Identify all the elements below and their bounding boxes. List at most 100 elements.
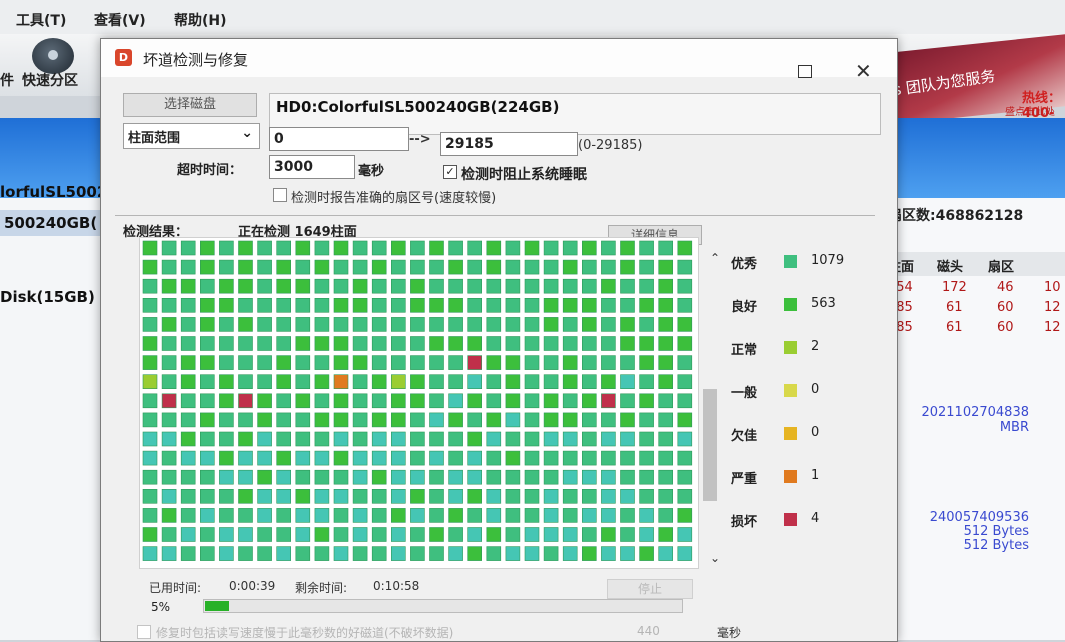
cylinder-block[interactable] [295, 240, 311, 256]
cylinder-block[interactable] [238, 259, 253, 275]
cylinder-block[interactable] [238, 450, 253, 466]
cylinder-block[interactable] [314, 355, 330, 370]
cylinder-block[interactable] [467, 278, 483, 294]
cylinder-block[interactable] [562, 355, 578, 370]
cylinder-block[interactable] [238, 546, 253, 561]
cylinder-block[interactable] [238, 240, 253, 256]
cylinder-block[interactable] [352, 546, 368, 561]
cylinder-block[interactable] [448, 489, 463, 504]
cylinder-block[interactable] [486, 508, 502, 523]
cylinder-block[interactable] [276, 546, 291, 561]
cylinder-block[interactable] [581, 469, 597, 485]
cylinder-block[interactable] [581, 527, 597, 542]
cylinder-block[interactable] [410, 546, 425, 561]
cylinder-block[interactable] [524, 259, 540, 275]
cylinder-block[interactable] [295, 317, 311, 332]
cylinder-block[interactable] [486, 431, 502, 447]
cylinder-block[interactable] [467, 508, 483, 523]
cylinder-block[interactable] [219, 297, 234, 313]
cylinder-block[interactable] [505, 240, 521, 256]
cylinder-block[interactable] [677, 393, 693, 409]
cylinder-block[interactable] [276, 508, 291, 523]
cylinder-block[interactable] [410, 431, 425, 447]
cylinder-block[interactable] [219, 450, 234, 466]
cylinder-block[interactable] [486, 259, 502, 275]
cylinder-block[interactable] [620, 393, 635, 409]
cylinder-block[interactable] [505, 469, 521, 485]
cylinder-block[interactable] [543, 317, 559, 332]
cylinder-block[interactable] [524, 546, 540, 561]
cylinder-block[interactable] [562, 336, 578, 351]
cylinder-block[interactable] [486, 374, 502, 389]
cylinder-block[interactable] [257, 393, 272, 409]
cylinder-block[interactable] [199, 259, 215, 275]
cylinder-block[interactable] [677, 240, 693, 256]
cylinder-block[interactable] [142, 469, 158, 485]
cylinder-block[interactable] [295, 431, 311, 447]
cylinder-block[interactable] [639, 355, 654, 370]
cylinder-block[interactable] [199, 355, 215, 370]
cylinder-block[interactable] [391, 412, 406, 428]
cylinder-block[interactable] [524, 489, 540, 504]
cylinder-block[interactable] [333, 374, 349, 389]
cylinder-block[interactable] [658, 336, 674, 351]
cylinder-block[interactable] [371, 278, 387, 294]
cylinder-block[interactable] [448, 240, 463, 256]
cylinder-block[interactable] [639, 278, 654, 294]
cylinder-block[interactable] [562, 527, 578, 542]
cylinder-block[interactable] [333, 317, 349, 332]
cylinder-block[interactable] [429, 546, 444, 561]
cylinder-block[interactable] [543, 412, 559, 428]
cylinder-block[interactable] [352, 240, 368, 256]
cylinder-block[interactable] [391, 259, 406, 275]
cylinder-block[interactable] [142, 489, 158, 504]
cylinder-block[interactable] [219, 374, 234, 389]
cylinder-block[interactable] [601, 508, 616, 523]
cylinder-block[interactable] [333, 278, 349, 294]
cylinder-block[interactable] [161, 259, 177, 275]
cylinder-block[interactable] [219, 489, 234, 504]
cylinder-block[interactable] [391, 508, 406, 523]
cylinder-block[interactable] [180, 355, 196, 370]
cylinder-block[interactable] [448, 508, 463, 523]
range-mode-select[interactable]: 柱面范围 ⌄ [123, 123, 260, 149]
cylinder-block[interactable] [199, 240, 215, 256]
cylinder-block[interactable] [314, 297, 330, 313]
cylinder-block[interactable] [486, 240, 502, 256]
cylinder-block[interactable] [257, 431, 272, 447]
cylinder-block[interactable] [333, 393, 349, 409]
cylinder-block[interactable] [658, 259, 674, 275]
cylinder-block[interactable] [505, 278, 521, 294]
cylinder-block[interactable] [199, 431, 215, 447]
cylinder-block[interactable] [371, 355, 387, 370]
cylinder-block[interactable] [505, 412, 521, 428]
cylinder-block[interactable] [276, 355, 291, 370]
cylinder-block[interactable] [276, 374, 291, 389]
cylinder-block[interactable] [620, 508, 635, 523]
cylinder-block[interactable] [581, 412, 597, 428]
cylinder-block[interactable] [429, 527, 444, 542]
cylinder-block[interactable] [658, 355, 674, 370]
cylinder-block[interactable] [371, 259, 387, 275]
cylinder-block[interactable] [257, 508, 272, 523]
toolbar-partial-label[interactable]: 件 [0, 70, 14, 90]
cylinder-block[interactable] [410, 297, 425, 313]
cylinder-block[interactable] [429, 508, 444, 523]
cylinder-block[interactable] [180, 240, 196, 256]
cylinder-block[interactable] [238, 278, 253, 294]
cylinder-block[interactable] [581, 450, 597, 466]
cylinder-block[interactable] [391, 336, 406, 351]
cylinder-block[interactable] [276, 431, 291, 447]
cylinder-block[interactable] [543, 278, 559, 294]
cylinder-block[interactable] [142, 297, 158, 313]
cylinder-block[interactable] [410, 240, 425, 256]
cylinder-block[interactable] [562, 412, 578, 428]
cylinder-block[interactable] [524, 431, 540, 447]
cylinder-block[interactable] [352, 317, 368, 332]
cylinder-block[interactable] [410, 489, 425, 504]
cylinder-block[interactable] [581, 278, 597, 294]
cylinder-block[interactable] [620, 527, 635, 542]
cylinder-block[interactable] [352, 508, 368, 523]
cylinder-block[interactable] [295, 489, 311, 504]
cylinder-block[interactable] [524, 450, 540, 466]
